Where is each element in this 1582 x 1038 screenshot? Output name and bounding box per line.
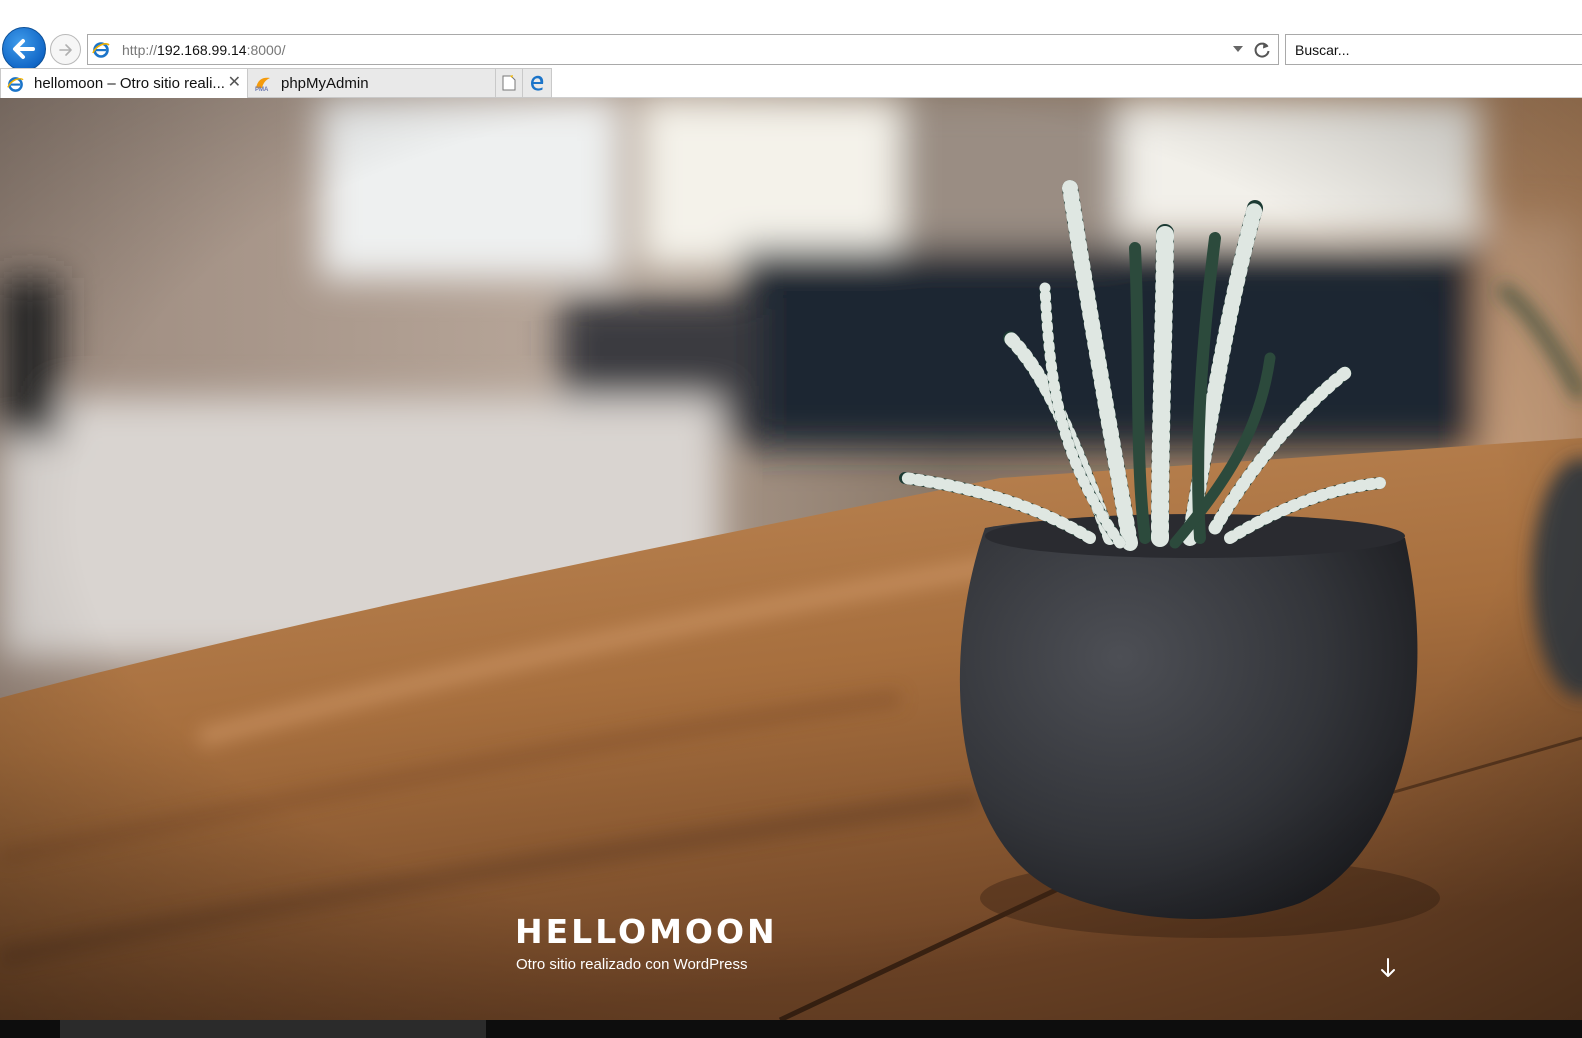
search-input[interactable] [1286,35,1582,64]
hero-background-image [0,98,1582,1020]
url-port-path: :8000/ [246,42,286,58]
address-url[interactable]: http://192.168.99.14:8000/ [122,42,286,58]
arrow-down-icon[interactable] [1378,956,1398,980]
dropdown-arrow-icon[interactable] [1232,43,1244,55]
tab-strip: hellomoon – Otro sitio reali... ✕ PMA ph… [0,68,1582,98]
refresh-icon[interactable] [1252,40,1272,60]
svg-text:PMA: PMA [255,87,269,92]
site-title[interactable]: HELLOMOON [515,912,778,951]
url-host: 192.168.99.14 [157,42,247,58]
back-button[interactable] [2,27,46,71]
new-tab-icon [502,75,516,91]
tab-hellomoon[interactable]: hellomoon – Otro sitio reali... ✕ [0,68,248,98]
address-bar[interactable]: http://192.168.99.14:8000/ [87,34,1279,65]
forward-arrow-icon [58,43,72,56]
taskbar-strip [0,1020,1582,1038]
ie-page-icon [92,42,110,58]
site-tagline: Otro sitio realizado con WordPress [516,956,748,973]
taskbar-segment [60,1020,486,1038]
back-arrow-icon [13,39,35,59]
edge-icon [531,75,544,91]
tab-label: phpMyAdmin [281,75,369,92]
phpmyadmin-icon: PMA [255,77,270,92]
ie-page-icon [7,77,24,92]
forward-button[interactable] [50,34,81,65]
search-box[interactable] [1285,34,1582,65]
url-scheme: http:// [122,42,158,58]
tab-label: hellomoon – Otro sitio reali... [34,75,225,92]
browser-chrome: http://192.168.99.14:8000/ hellomoon – O… [0,0,1582,98]
new-tab-button[interactable] [496,68,523,98]
edge-button[interactable] [523,68,552,98]
close-icon[interactable]: ✕ [228,74,241,92]
tab-phpmyadmin[interactable]: PMA phpMyAdmin [248,68,496,98]
hero-section: HELLOMOON Otro sitio realizado con WordP… [0,98,1582,1020]
